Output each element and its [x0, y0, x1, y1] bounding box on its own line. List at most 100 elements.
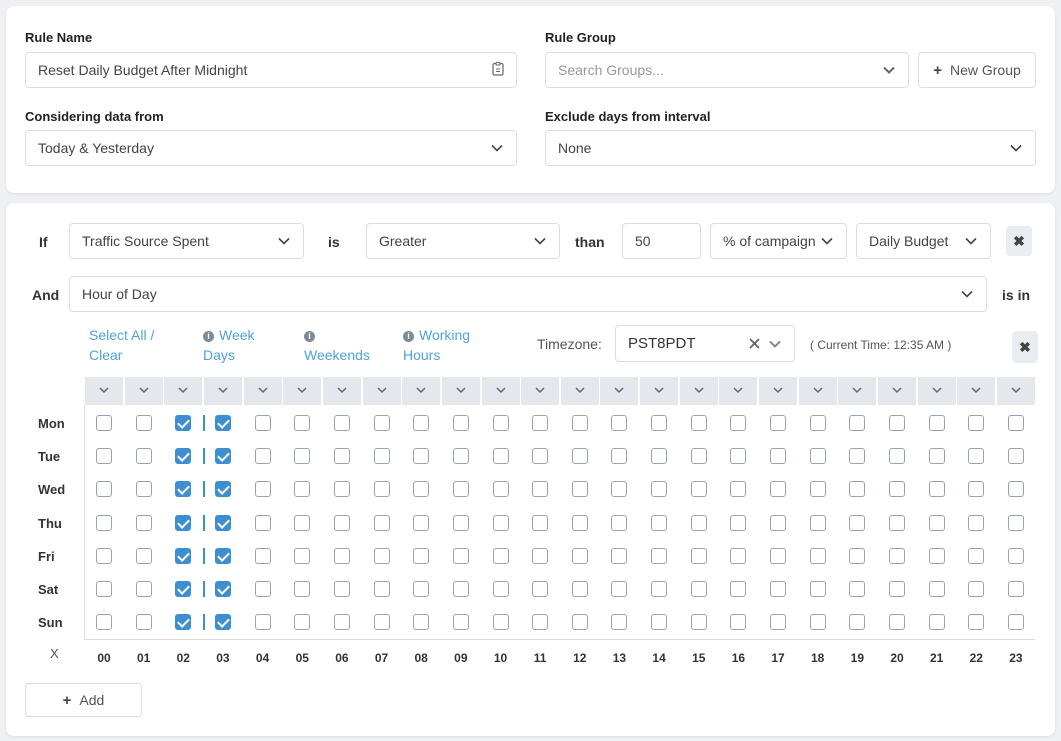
hour-checkbox[interactable]	[849, 448, 866, 465]
hour-checkbox[interactable]	[1007, 547, 1024, 564]
hour-checkbox[interactable]	[294, 614, 311, 631]
hour-checkbox[interactable]	[571, 415, 588, 431]
hour-checkbox[interactable]	[294, 448, 311, 465]
hour-checkbox[interactable]	[928, 547, 945, 564]
hour-checkbox[interactable]	[611, 514, 628, 531]
hour-checkbox[interactable]	[690, 415, 707, 431]
hour-checkbox[interactable]	[770, 514, 787, 531]
hour-checkbox[interactable]	[254, 448, 271, 465]
hour-checkbox[interactable]	[254, 547, 271, 564]
hour-checkbox[interactable]	[96, 547, 112, 564]
hour-checkbox[interactable]	[373, 448, 390, 465]
hour-checkbox[interactable]	[452, 547, 469, 564]
hour-checkbox[interactable]	[96, 481, 112, 498]
hour-checkbox[interactable]	[809, 481, 826, 498]
hour-checkbox[interactable]	[492, 581, 509, 597]
column-toggle-07[interactable]	[362, 377, 401, 405]
hour-checkbox[interactable]	[651, 547, 668, 564]
hour-checkbox[interactable]	[690, 581, 707, 597]
hour-checkbox[interactable]	[492, 415, 509, 431]
weekends-link[interactable]: i Weekends	[304, 325, 370, 365]
column-toggle-12[interactable]	[560, 377, 599, 405]
hour-checkbox[interactable]	[413, 547, 430, 564]
hour-checkbox[interactable]	[214, 614, 231, 631]
hour-checkbox[interactable]	[452, 614, 469, 631]
target-select[interactable]: Daily Budget	[856, 223, 991, 259]
hour-checkbox[interactable]	[333, 514, 350, 531]
hour-checkbox[interactable]	[294, 514, 311, 531]
column-toggle-10[interactable]	[481, 377, 520, 405]
clipboard-icon[interactable]	[492, 61, 504, 79]
hour-checkbox[interactable]	[968, 614, 985, 631]
hour-checkbox[interactable]	[571, 481, 588, 498]
hour-checkbox[interactable]	[135, 614, 152, 631]
hour-checkbox[interactable]	[175, 614, 192, 631]
hour-checkbox[interactable]	[571, 448, 588, 465]
hour-checkbox[interactable]	[770, 614, 787, 631]
unit-select[interactable]: % of campaign	[710, 223, 847, 259]
clear-timezone-icon[interactable]	[749, 336, 760, 352]
hour-checkbox[interactable]	[809, 514, 826, 531]
hour-checkbox[interactable]	[294, 481, 311, 498]
hour-checkbox[interactable]	[730, 514, 747, 531]
hour-checkbox[interactable]	[532, 514, 549, 531]
hour-checkbox[interactable]	[175, 514, 192, 531]
hour-checkbox[interactable]	[373, 514, 390, 531]
hour-checkbox[interactable]	[968, 581, 985, 597]
hour-checkbox[interactable]	[809, 581, 826, 597]
hour-checkbox[interactable]	[214, 581, 231, 597]
column-toggle-20[interactable]	[878, 377, 916, 405]
hour-checkbox[interactable]	[770, 481, 787, 498]
hour-checkbox[interactable]	[809, 415, 826, 431]
hour-checkbox[interactable]	[928, 581, 945, 597]
hour-checkbox[interactable]	[333, 614, 350, 631]
hour-checkbox[interactable]	[889, 415, 905, 431]
hour-checkbox[interactable]	[928, 481, 945, 498]
column-toggle-18[interactable]	[798, 377, 837, 405]
hour-checkbox[interactable]	[849, 481, 866, 498]
hour-checkbox[interactable]	[611, 415, 628, 431]
hour-checkbox[interactable]	[333, 448, 350, 465]
metric-select[interactable]: Traffic Source Spent	[69, 223, 304, 259]
hour-checkbox[interactable]	[968, 514, 985, 531]
hour-checkbox[interactable]	[770, 448, 787, 465]
hour-checkbox[interactable]	[333, 581, 350, 597]
hour-checkbox[interactable]	[175, 448, 192, 465]
hour-checkbox[interactable]	[571, 614, 588, 631]
column-toggle-01[interactable]	[124, 377, 163, 405]
hour-checkbox[interactable]	[175, 481, 192, 498]
hour-checkbox[interactable]	[770, 581, 787, 597]
hour-checkbox[interactable]	[611, 481, 628, 498]
hour-checkbox[interactable]	[651, 448, 668, 465]
rule-group-select[interactable]: Search Groups...	[545, 52, 909, 88]
hour-checkbox[interactable]	[730, 415, 747, 431]
hour-checkbox[interactable]	[452, 415, 469, 431]
hour-checkbox[interactable]	[571, 581, 588, 597]
hour-checkbox[interactable]	[730, 547, 747, 564]
hour-checkbox[interactable]	[968, 547, 985, 564]
column-toggle-06[interactable]	[322, 377, 361, 405]
column-toggle-11[interactable]	[521, 377, 560, 405]
hour-checkbox[interactable]	[690, 614, 707, 631]
hour-checkbox[interactable]	[1007, 581, 1024, 597]
hour-checkbox[interactable]	[294, 415, 311, 431]
hour-checkbox[interactable]	[96, 514, 112, 531]
hour-checkbox[interactable]	[333, 415, 350, 431]
hour-checkbox[interactable]	[849, 581, 866, 597]
hour-checkbox[interactable]	[214, 547, 231, 564]
hour-checkbox[interactable]	[611, 614, 628, 631]
hour-checkbox[interactable]	[849, 514, 866, 531]
hour-checkbox[interactable]	[730, 614, 747, 631]
hour-checkbox[interactable]	[571, 547, 588, 564]
hour-checkbox[interactable]	[571, 514, 588, 531]
hour-checkbox[interactable]	[96, 614, 112, 631]
column-toggle-05[interactable]	[283, 377, 322, 405]
hour-checkbox[interactable]	[294, 581, 311, 597]
hour-checkbox[interactable]	[373, 481, 390, 498]
hour-checkbox[interactable]	[770, 415, 787, 431]
hour-checkbox[interactable]	[532, 581, 549, 597]
new-group-button[interactable]: + New Group	[918, 52, 1036, 88]
column-toggle-02[interactable]	[164, 377, 203, 405]
hour-checkbox[interactable]	[532, 448, 549, 465]
hour-checkbox[interactable]	[413, 581, 430, 597]
